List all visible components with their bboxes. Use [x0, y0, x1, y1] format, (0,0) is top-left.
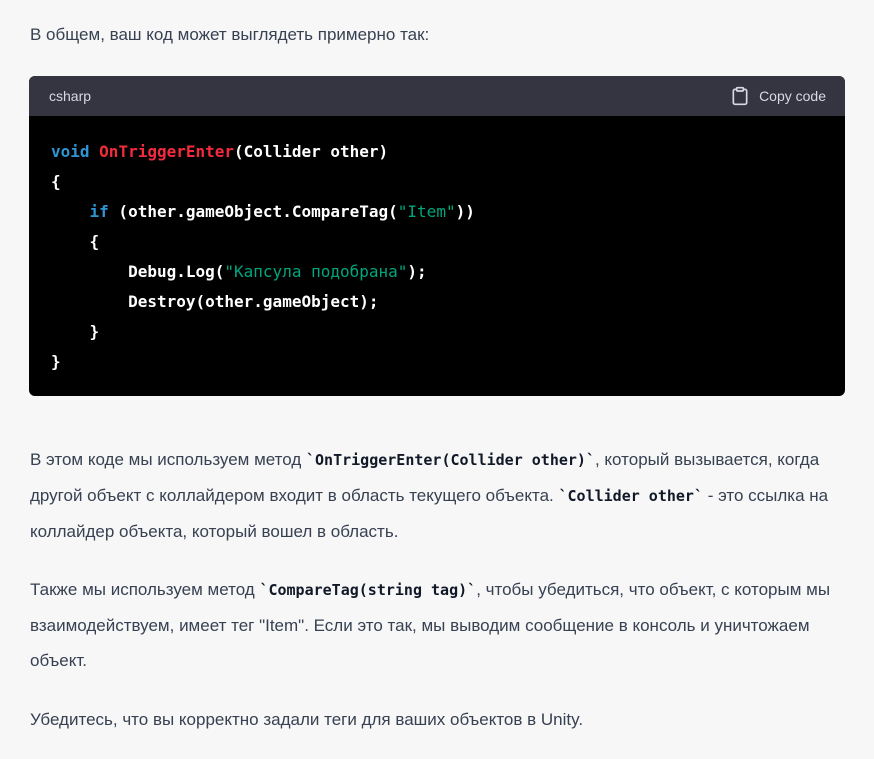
code-keyword: void	[51, 142, 90, 161]
code-text: {	[51, 172, 61, 191]
code-header: csharp Copy code	[29, 76, 845, 116]
explanation-paragraph-3: Убедитесь, что вы корректно задали теги …	[30, 702, 845, 737]
code-content: void OnTriggerEnter(Collider other) { if …	[29, 116, 845, 377]
code-string: "Капсула подобрана"	[224, 262, 408, 281]
inline-code: `Collider other`	[558, 487, 703, 505]
code-line: void OnTriggerEnter(Collider other)	[51, 137, 845, 167]
inline-code: `OnTriggerEnter(Collider other)`	[306, 451, 595, 469]
code-string: "Item"	[397, 202, 456, 221]
code-line: }	[51, 347, 845, 377]
code-text: );	[407, 262, 427, 281]
code-text: }	[51, 322, 100, 341]
code-text: {	[51, 232, 100, 251]
code-text: Debug.Log(	[51, 262, 225, 281]
code-block: csharp Copy code void OnTriggerEnter(Col…	[29, 76, 845, 396]
explanation-paragraph-1: В этом коде мы используем метод `OnTrigg…	[30, 442, 845, 549]
code-text: Destroy(other.gameObject);	[51, 292, 379, 311]
explanation-paragraph-2: Также мы используем метод `CompareTag(st…	[30, 572, 845, 678]
inline-code: `CompareTag(string tag)`	[259, 581, 477, 599]
code-line: if (other.gameObject.CompareTag("Item"))	[51, 197, 845, 227]
code-line: {	[51, 227, 845, 257]
code-line: Debug.Log("Капсула подобрана");	[51, 257, 845, 287]
code-line: Destroy(other.gameObject);	[51, 287, 845, 317]
copy-code-button[interactable]: Copy code	[730, 86, 826, 106]
paragraph-text: Убедитесь, что вы корректно задали теги …	[30, 710, 584, 729]
code-language-label: csharp	[49, 88, 92, 104]
code-text: ))	[455, 202, 475, 221]
copy-code-label: Copy code	[759, 88, 826, 104]
code-text: }	[51, 352, 61, 371]
code-text: (Collider other)	[234, 142, 389, 161]
paragraph-text: В этом коде мы используем метод	[30, 450, 306, 469]
code-line: }	[51, 317, 845, 347]
code-keyword: if	[89, 202, 109, 221]
code-function-name: OnTriggerEnter	[99, 142, 235, 161]
paragraph-text: Также мы используем метод	[30, 580, 260, 599]
clipboard-icon	[732, 86, 748, 106]
code-line: {	[51, 167, 845, 197]
intro-text: В общем, ваш код может выглядеть примерн…	[30, 25, 430, 44]
code-text: (other.gameObject.CompareTag(	[108, 202, 398, 221]
